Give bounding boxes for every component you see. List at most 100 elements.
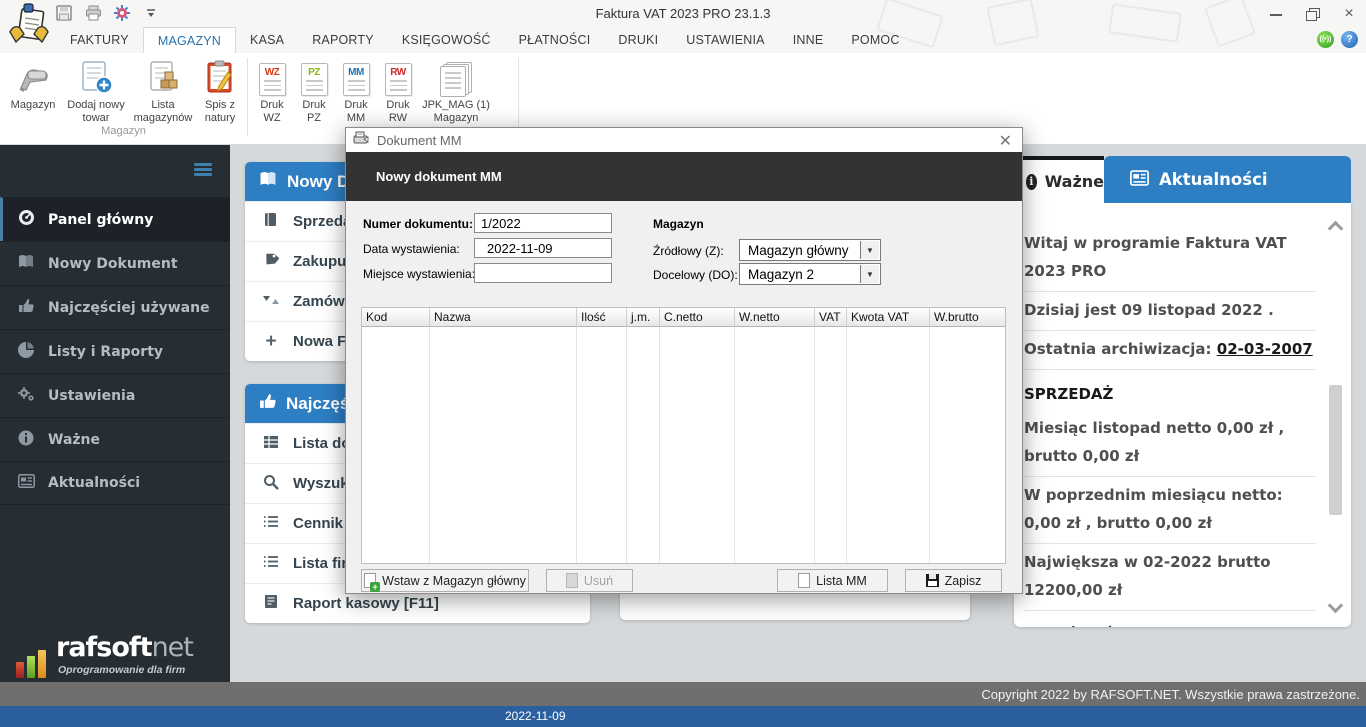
doc-pz-icon: PZ: [294, 58, 334, 96]
ribbon-item-druk-pz[interactable]: PZ DrukPZ: [294, 58, 334, 125]
info-line: Miesiąc listopad netto 0,00 zł , brutto …: [1024, 410, 1316, 477]
tab-druki[interactable]: DRUKI: [604, 27, 672, 53]
minimize-button[interactable]: [1266, 6, 1288, 22]
archive-date-link[interactable]: 02-03-2007: [1217, 340, 1313, 358]
sidebar-item-najczesciej-uzywane[interactable]: Najczęściej używane: [0, 285, 230, 329]
wstaw-z-magazynu-button[interactable]: Wstaw z Magazyn główny: [361, 569, 529, 592]
tab-faktury[interactable]: FAKTURY: [56, 27, 143, 53]
sidebar-item-nowy-dokument[interactable]: Nowy Dokument: [0, 241, 230, 285]
ribbon-item-druk-mm[interactable]: MM DrukMM: [336, 58, 376, 125]
list-icon: [261, 555, 281, 572]
app-logo-icon[interactable]: [6, 2, 52, 53]
gears-icon: [17, 386, 35, 406]
scroll-down-icon[interactable]: [1328, 598, 1344, 614]
tab-raporty[interactable]: RAPORTY: [298, 27, 388, 53]
docelowy-label: Docelowy (DO):: [653, 268, 738, 282]
restore-button[interactable]: [1302, 6, 1324, 22]
thumbs-up-icon: [17, 298, 35, 317]
close-icon[interactable]: ✕: [999, 131, 1012, 151]
info-line: W poprzednim miesiącu netto: 0,00 zł , b…: [1024, 477, 1316, 544]
scrollbar-thumb[interactable]: [1329, 385, 1342, 515]
search-icon: [261, 474, 281, 494]
miejsce-wystawienia-input[interactable]: [474, 263, 612, 283]
wazne-panel-text: Witaj w programie Faktura VAT 2023 PRO D…: [1024, 225, 1316, 627]
column-header-kod: Kod: [362, 308, 430, 327]
tab-pomoc[interactable]: POMOC: [837, 27, 913, 53]
online-status-icon[interactable]: ((•)): [1317, 31, 1334, 48]
tab-ustawienia[interactable]: USTAWIENIA: [672, 27, 778, 53]
close-window-button[interactable]: ×: [1338, 6, 1360, 22]
table-header-row[interactable]: Kod Nazwa Ilość j.m. C.netto W.netto VAT…: [362, 308, 1005, 327]
hamburger-menu-icon[interactable]: [194, 163, 212, 176]
ribbon-item-dodaj-nowy-towar[interactable]: Dodaj nowytowar: [64, 58, 128, 125]
sidebar-item-label: Nowy Dokument: [48, 256, 178, 272]
thumbs-up-icon: [259, 393, 276, 414]
ribbon-item-magazyn[interactable]: Magazyn: [4, 58, 62, 112]
dialog-titlebar[interactable]: Dokument MM ✕: [346, 128, 1022, 152]
tab-wazne[interactable]: i Ważne: [1014, 156, 1104, 203]
sidebar-item-panel-glowny[interactable]: Panel główny: [0, 197, 230, 241]
warehouse-list-icon: [131, 58, 195, 96]
column-header-wbrutto: W.brutto: [930, 308, 1005, 327]
tab-kasa[interactable]: KASA: [236, 27, 298, 53]
doc-rw-icon: RW: [378, 58, 418, 96]
list-doc-icon: [798, 573, 810, 588]
usun-button[interactable]: Usuń: [546, 569, 633, 592]
info-line: Największa w 02-2022 brutto 12200,00 zł: [1024, 544, 1316, 611]
fax-printer-icon: [353, 131, 369, 150]
logo-bars-icon: [16, 650, 46, 678]
print-icon[interactable]: [83, 4, 103, 22]
data-wystawienia-input[interactable]: [474, 238, 612, 258]
lista-mm-button[interactable]: Lista MM: [777, 569, 888, 592]
logo-tagline: Oprogramowanie dla firm: [58, 664, 185, 676]
column-header-cnetto: C.netto: [660, 308, 735, 327]
tab-ksiegowosc[interactable]: KSIĘGOWOŚĆ: [388, 27, 505, 53]
section-heading-naleznosci: NALEŻNOŚCI: [1024, 611, 1316, 627]
zapisz-button[interactable]: Zapisz: [905, 569, 1002, 592]
quick-access-toolbar: [54, 4, 161, 22]
sidebar-item-label: Ustawienia: [48, 388, 135, 404]
list-icon: [261, 515, 281, 532]
docelowy-select[interactable]: Magazyn 2 ▼: [739, 263, 881, 285]
save-floppy-icon: [926, 574, 939, 587]
settings-gear-icon[interactable]: [112, 4, 132, 22]
tab-platnosci[interactable]: PŁATNOŚCI: [505, 27, 605, 53]
customize-toolbar-icon[interactable]: [141, 4, 161, 22]
tab-magazyn[interactable]: MAGAZYN: [143, 27, 236, 53]
wazne-panel: Witaj w programie Faktura VAT 2023 PRO D…: [1014, 203, 1351, 627]
zrodlowy-select[interactable]: Magazyn główny ▼: [739, 239, 881, 261]
info-line: Ostatnia archiwizacja: 02-03-2007: [1024, 331, 1316, 370]
chevron-down-icon[interactable]: ▼: [860, 241, 879, 259]
help-icon[interactable]: ?: [1341, 31, 1358, 48]
ribbon-item-druk-rw[interactable]: RW DrukRW: [378, 58, 418, 125]
doc-mm-icon: MM: [336, 58, 376, 96]
sidebar-item-ustawienia[interactable]: Ustawienia: [0, 373, 230, 417]
ribbon-item-lista-magazynow[interactable]: Listamagazynów: [131, 58, 195, 125]
numer-dokumentu-input[interactable]: [474, 213, 612, 233]
ribbon-item-spis-z-natury[interactable]: Spis znatury: [194, 58, 246, 125]
ribbon-item-jpk-mag[interactable]: JPK_MAG (1)Magazyn: [420, 58, 492, 125]
save-icon[interactable]: [54, 4, 74, 22]
tab-inne[interactable]: INNE: [779, 27, 838, 53]
data-wystawienia-label: Data wystawienia:: [363, 242, 460, 256]
scroll-up-icon[interactable]: [1328, 221, 1344, 237]
rafsoft-logo[interactable]: rafsoftnet Oprogramowanie dla firm: [0, 630, 230, 682]
sidebar-item-wazne[interactable]: Ważne: [0, 417, 230, 461]
book-icon: [261, 212, 281, 231]
sidebar-item-aktualnosci[interactable]: Aktualności: [0, 461, 230, 505]
section-heading-sprzedaz: SPRZEDAŻ: [1024, 370, 1316, 410]
table-body-empty[interactable]: [362, 327, 1005, 563]
plus-icon: +: [261, 331, 281, 353]
clipboard-pencil-icon: [194, 58, 246, 96]
report-icon: [261, 594, 281, 613]
sidebar-item-listy-i-raporty[interactable]: Listy i Raporty: [0, 329, 230, 373]
tab-aktualnosci[interactable]: Aktualności: [1104, 156, 1351, 203]
panel-scrollbar[interactable]: [1327, 217, 1345, 613]
status-date: 2022-11-09: [505, 709, 566, 723]
chevron-down-icon[interactable]: ▼: [860, 265, 879, 283]
sidebar-item-label: Ważne: [48, 432, 100, 448]
status-bar: 2022-11-09: [0, 706, 1366, 727]
newspaper-icon: [1130, 170, 1149, 190]
ribbon-separator: [518, 58, 519, 136]
ribbon-item-druk-wz[interactable]: WZ DrukWZ: [252, 58, 292, 125]
